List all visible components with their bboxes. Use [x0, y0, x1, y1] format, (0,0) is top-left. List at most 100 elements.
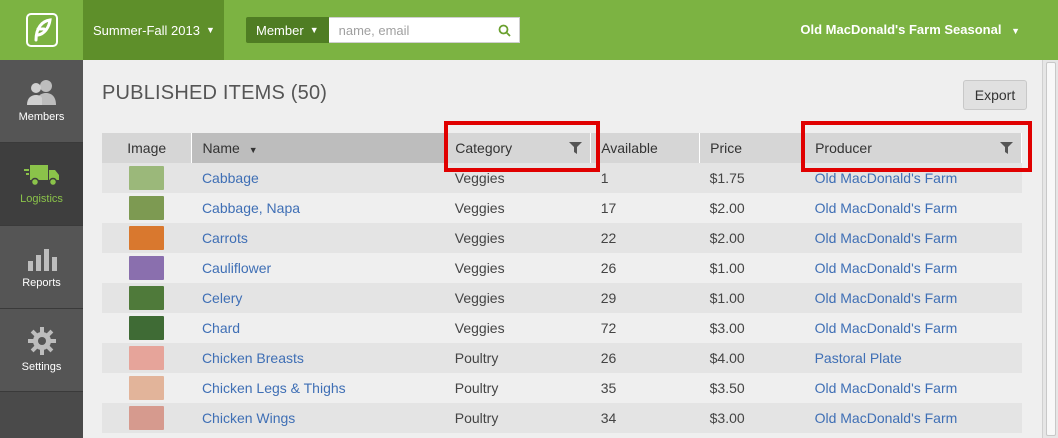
- producer-cell: Old MacDonald's Farm: [804, 373, 1022, 403]
- item-name-link[interactable]: Celery: [202, 290, 242, 306]
- available-cell: 1: [590, 163, 700, 193]
- column-header-image: Image: [102, 133, 193, 163]
- column-header-name[interactable]: Name ▼: [191, 133, 446, 163]
- sidebar-item-label: Members: [18, 111, 65, 123]
- product-thumbnail[interactable]: [129, 256, 165, 280]
- category-cell: Veggies: [444, 253, 591, 283]
- sidebar-item-members[interactable]: Members: [0, 60, 83, 143]
- price-cell: $3.00: [699, 403, 805, 433]
- item-name-link[interactable]: Cabbage, Napa: [202, 200, 300, 216]
- producer-link[interactable]: Old MacDonald's Farm: [815, 170, 958, 186]
- name-cell: Cabbage, Napa: [191, 193, 445, 223]
- sidebar-item-label: Logistics: [20, 193, 63, 205]
- member-search-input[interactable]: [338, 22, 489, 38]
- page-title: PUBLISHED ITEMS (50): [102, 82, 328, 104]
- category-cell: Veggies: [444, 223, 591, 253]
- image-cell: [102, 163, 192, 193]
- export-button[interactable]: Export: [963, 80, 1027, 110]
- table-row[interactable]: Celery Veggies 29 $1.00 Old MacDonald's Farm: [102, 283, 1022, 313]
- item-name-link[interactable]: Chicken Wings: [202, 410, 295, 426]
- table-row[interactable]: Chicken Breasts Poultry 26 $4.00 Pastoral Pl…: [102, 343, 1022, 373]
- season-label: Summer-Fall 2013: [93, 22, 200, 38]
- available-cell: 26: [590, 253, 700, 283]
- table-row[interactable]: Cauliflower Veggies 26 $1.00 Old MacDonald's…: [102, 253, 1022, 283]
- farm-name: Old MacDonald's Farm Seasonal: [800, 22, 1002, 37]
- item-name-link[interactable]: Chicken Breasts: [202, 350, 304, 366]
- table-row[interactable]: Cabbage, Napa Veggies 17 $2.00 Old MacDonald…: [102, 193, 1022, 223]
- price-cell: $4.00: [699, 343, 805, 373]
- category-cell: Poultry: [444, 373, 591, 403]
- image-cell: [102, 223, 192, 253]
- vertical-scrollbar[interactable]: [1042, 60, 1058, 438]
- producer-cell: Old MacDonald's Farm: [804, 193, 1022, 223]
- member-search-group: Member ▼: [246, 17, 520, 43]
- search-icon[interactable]: [498, 24, 511, 37]
- farm-account-menu[interactable]: Old MacDonald's Farm Seasonal ▼: [800, 22, 1020, 37]
- name-cell: Chicken Breasts: [191, 343, 445, 373]
- producer-link[interactable]: Old MacDonald's Farm: [815, 200, 958, 216]
- producer-link[interactable]: Old MacDonald's Farm: [815, 230, 958, 246]
- product-thumbnail[interactable]: [129, 286, 165, 310]
- season-selector[interactable]: Summer-Fall 2013 ▼: [83, 0, 224, 60]
- producer-cell: Old MacDonald's Farm: [804, 283, 1022, 313]
- product-thumbnail[interactable]: [129, 346, 165, 370]
- name-cell: Cabbage: [191, 163, 445, 193]
- chevron-down-icon: ▼: [309, 25, 319, 35]
- item-name-link[interactable]: Chicken Legs & Thighs: [202, 380, 346, 396]
- producer-cell: Pastoral Plate: [804, 343, 1022, 373]
- member-filter-label: Member: [256, 22, 304, 38]
- product-thumbnail[interactable]: [129, 226, 165, 250]
- image-cell: [102, 193, 192, 223]
- producer-link[interactable]: Old MacDonald's Farm: [815, 380, 958, 396]
- scrollbar-thumb[interactable]: [1046, 62, 1056, 436]
- table-body: Cabbage Veggies 1 $1.75 Old MacDonald's Farm…: [102, 163, 1022, 433]
- sidebar-item-settings[interactable]: Settings: [0, 309, 83, 392]
- available-cell: 29: [590, 283, 700, 313]
- available-cell: 26: [590, 343, 700, 373]
- producer-cell: Old MacDonald's Farm: [804, 253, 1022, 283]
- price-cell: $1.00: [699, 283, 805, 313]
- image-cell: [102, 313, 192, 343]
- price-cell: $3.50: [699, 373, 805, 403]
- price-cell: $1.00: [699, 253, 805, 283]
- product-thumbnail[interactable]: [129, 316, 165, 340]
- available-cell: 35: [590, 373, 700, 403]
- name-cell: Chicken Legs & Thighs: [191, 373, 445, 403]
- top-bar: Summer-Fall 2013 ▼ Member ▼ Old MacDonal…: [0, 0, 1058, 60]
- sort-down-icon: ▼: [248, 145, 258, 155]
- image-cell: [102, 403, 192, 433]
- member-filter-button[interactable]: Member ▼: [246, 17, 329, 43]
- product-thumbnail[interactable]: [129, 166, 165, 190]
- price-cell: $2.00: [699, 193, 805, 223]
- item-name-link[interactable]: Cabbage: [202, 170, 259, 186]
- column-header-name-label: Name: [202, 140, 240, 156]
- table-row[interactable]: Chicken Wings Poultry 34 $3.00 Old MacDonald…: [102, 403, 1022, 433]
- item-name-link[interactable]: Chard: [202, 320, 240, 336]
- available-cell: 22: [590, 223, 700, 253]
- producer-link[interactable]: Old MacDonald's Farm: [815, 320, 958, 336]
- product-thumbnail[interactable]: [129, 406, 165, 430]
- name-cell: Cauliflower: [191, 253, 445, 283]
- table-row[interactable]: Chard Veggies 72 $3.00 Old MacDonald's Farm: [102, 313, 1022, 343]
- bar-chart-icon: [27, 249, 57, 271]
- table-row[interactable]: Chicken Legs & Thighs Poultry 35 $3.50 Old M…: [102, 373, 1022, 403]
- producer-link[interactable]: Pastoral Plate: [815, 350, 902, 366]
- category-cell: Veggies: [444, 193, 591, 223]
- name-cell: Chard: [191, 313, 445, 343]
- name-cell: Celery: [191, 283, 445, 313]
- column-header-available: Available: [590, 133, 701, 163]
- item-name-link[interactable]: Carrots: [202, 230, 248, 246]
- member-search-field: [328, 17, 520, 43]
- product-thumbnail[interactable]: [129, 196, 165, 220]
- producer-link[interactable]: Old MacDonald's Farm: [815, 290, 958, 306]
- sidebar-item-label: Settings: [21, 361, 62, 373]
- producer-link[interactable]: Old MacDonald's Farm: [815, 410, 958, 426]
- product-thumbnail[interactable]: [129, 376, 165, 400]
- sidebar-item-reports[interactable]: Reports: [0, 226, 83, 309]
- item-name-link[interactable]: Cauliflower: [202, 260, 271, 276]
- producer-link[interactable]: Old MacDonald's Farm: [815, 260, 958, 276]
- sidebar-item-logistics[interactable]: Logistics: [0, 143, 83, 226]
- table-row[interactable]: Carrots Veggies 22 $2.00 Old MacDonald's Far…: [102, 223, 1022, 253]
- producer-cell: Old MacDonald's Farm: [804, 223, 1022, 253]
- app-logo[interactable]: [0, 0, 83, 60]
